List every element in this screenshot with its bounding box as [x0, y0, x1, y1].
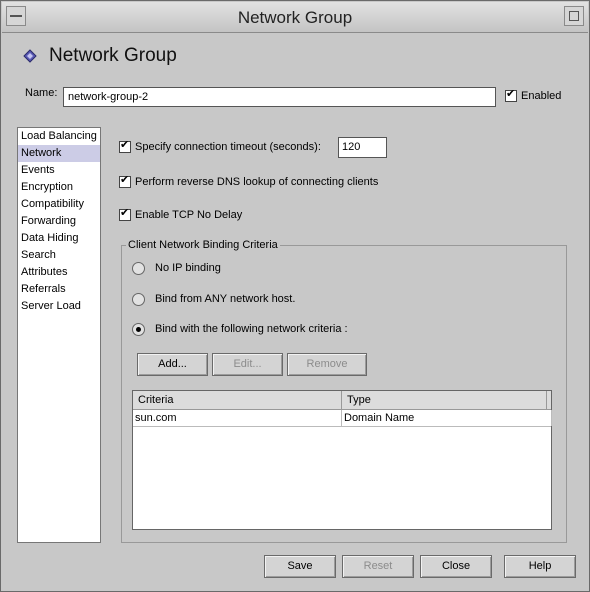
timeout-checkbox[interactable]: ✔ — [119, 139, 131, 154]
nav-item-forwarding[interactable]: Forwarding — [18, 213, 100, 230]
name-input[interactable]: network-group-2 — [63, 87, 496, 107]
reset-button[interactable]: Reset — [342, 555, 414, 578]
cell-criteria: sun.com — [133, 410, 342, 426]
help-button[interactable]: Help — [504, 555, 576, 578]
close-button[interactable]: Close — [420, 555, 492, 578]
nav-item-data-hiding[interactable]: Data Hiding — [18, 230, 100, 247]
tcp-nodelay-option[interactable]: ✔ Enable TCP No Delay — [119, 207, 243, 222]
reverse-dns-checkbox[interactable]: ✔ — [119, 174, 131, 189]
table-header: Criteria Type — [133, 391, 551, 410]
page-title: Network Group — [49, 45, 177, 66]
cell-type: Domain Name — [342, 410, 552, 426]
radio-label: Bind with the following network criteria… — [155, 323, 348, 336]
title-bar[interactable]: Network Group — [2, 2, 588, 33]
check-icon: ✔ — [120, 207, 130, 220]
radio-no-ip-binding[interactable]: No IP binding — [132, 262, 221, 275]
nav-item-server-load[interactable]: Server Load — [18, 298, 100, 315]
criteria-table[interactable]: Criteria Type sun.com Domain Name — [132, 390, 552, 530]
tcp-nodelay-label: Enable TCP No Delay — [135, 209, 243, 221]
radio-bind-any[interactable]: Bind from ANY network host. — [132, 293, 295, 306]
nav-item-referrals[interactable]: Referrals — [18, 281, 100, 298]
remove-button[interactable]: Remove — [287, 353, 367, 376]
radio-label: No IP binding — [155, 262, 221, 275]
diamond-icon — [23, 49, 37, 63]
enabled-checkbox-row[interactable]: ✔ Enabled — [505, 88, 562, 103]
window-title: Network Group — [237, 8, 353, 27]
nav-item-encryption[interactable]: Encryption — [18, 179, 100, 196]
nav-item-network[interactable]: Network — [18, 145, 100, 162]
nav-item-search[interactable]: Search — [18, 247, 100, 264]
column-header-type[interactable]: Type — [342, 391, 547, 409]
radio-selected-dot — [136, 327, 141, 332]
dialog-window: Network Group Network Group Name: networ… — [0, 0, 590, 592]
nav-item-events[interactable]: Events — [18, 162, 100, 179]
nav-item-attributes[interactable]: Attributes — [18, 264, 100, 281]
column-header-criteria[interactable]: Criteria — [133, 391, 342, 409]
add-button[interactable]: Add... — [137, 353, 208, 376]
timeout-label: Specify connection timeout (seconds): — [135, 141, 321, 153]
reverse-dns-option[interactable]: ✔ Perform reverse DNS lookup of connectin… — [119, 174, 379, 189]
table-row[interactable]: sun.com Domain Name — [133, 410, 552, 427]
category-list[interactable]: Load Balancing Network Events Encryption Com… — [17, 127, 101, 543]
square-icon — [569, 11, 579, 21]
timeout-input[interactable]: 120 — [338, 137, 387, 158]
name-label: Name: — [25, 87, 58, 99]
check-icon: ✔ — [120, 174, 130, 187]
radio-bind-criteria[interactable]: Bind with the following network criteria… — [132, 323, 348, 336]
radio-button[interactable] — [132, 323, 145, 336]
reverse-dns-label: Perform reverse DNS lookup of connecting… — [135, 176, 379, 188]
check-icon: ✔ — [120, 139, 130, 152]
maximize-button[interactable] — [564, 6, 584, 26]
binding-group-title: Client Network Binding Criteria — [126, 239, 280, 251]
enabled-label: Enabled — [521, 90, 562, 102]
nav-item-compatibility[interactable]: Compatibility — [18, 196, 100, 213]
timeout-option[interactable]: ✔ Specify connection timeout (seconds): — [119, 139, 321, 154]
radio-button[interactable] — [132, 293, 145, 306]
nav-item-load-balancing[interactable]: Load Balancing — [18, 128, 100, 145]
save-button[interactable]: Save — [264, 555, 336, 578]
radio-label: Bind from ANY network host. — [155, 293, 296, 306]
tcp-nodelay-checkbox[interactable]: ✔ — [119, 207, 131, 222]
radio-button[interactable] — [132, 262, 145, 275]
enabled-checkbox[interactable]: ✔ — [505, 88, 517, 103]
check-icon: ✔ — [506, 88, 516, 101]
edit-button[interactable]: Edit... — [212, 353, 283, 376]
